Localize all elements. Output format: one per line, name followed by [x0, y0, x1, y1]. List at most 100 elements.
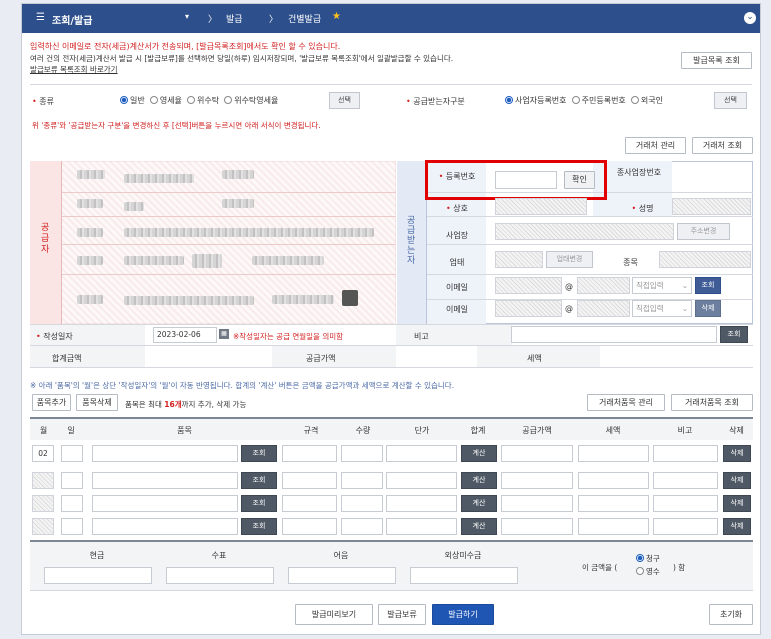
item-spec-input[interactable] [282, 472, 337, 489]
item-name-input[interactable] [92, 518, 238, 535]
cash-input[interactable] [44, 567, 152, 584]
dropdown-icon[interactable]: ▾ [185, 12, 189, 21]
item-supply-input[interactable] [501, 518, 573, 535]
item-lookup-button[interactable]: 조회 [241, 472, 277, 489]
item-unit-price-input[interactable] [386, 472, 457, 489]
partner-lookup-button[interactable]: 거래처 조회 [692, 137, 753, 154]
calendar-icon[interactable]: ▦ [219, 329, 229, 339]
email2-delete-button[interactable]: 삭제 [695, 300, 721, 317]
date-input[interactable]: 2023-02-06 [153, 327, 217, 343]
item-delete-button[interactable]: 삭제 [723, 445, 751, 462]
partner-item-manage-button[interactable]: 거래처품목 관리 [587, 394, 665, 411]
item-qty-input[interactable] [341, 472, 383, 489]
menu-title[interactable]: 조회/발급 [52, 12, 92, 27]
company-name-input[interactable] [495, 198, 587, 215]
item-unit-price-input[interactable] [386, 518, 457, 535]
item-tax-input[interactable] [578, 472, 649, 489]
item-remark-input[interactable] [653, 518, 718, 535]
collapse-icon[interactable]: ⌄ [744, 12, 756, 24]
item-name-input[interactable] [92, 495, 238, 512]
type-option-general[interactable]: 일반 [120, 96, 145, 105]
item-spec-input[interactable] [282, 445, 337, 462]
partner-item-lookup-button[interactable]: 거래처품목 조회 [671, 394, 753, 411]
item-unit-price-input[interactable] [386, 495, 457, 512]
type-option-consign-zero[interactable]: 위수탁영세율 [224, 96, 278, 105]
biz-item-input[interactable] [659, 251, 751, 268]
item-day-input[interactable] [61, 518, 83, 535]
receivable-input[interactable] [410, 567, 518, 584]
item-month-input[interactable] [32, 472, 54, 489]
sub-biz-no-input[interactable] [672, 167, 742, 189]
item-day-input[interactable] [61, 495, 83, 512]
item-remark-input[interactable] [653, 495, 718, 512]
breadcrumb-single-issue[interactable]: 건별발급 [288, 12, 321, 25]
item-day-input[interactable] [61, 445, 83, 462]
item-month-input[interactable] [32, 518, 54, 535]
item-lookup-button[interactable]: 조회 [241, 495, 277, 512]
issue-hold-button[interactable]: 발급보류 [378, 604, 426, 625]
remark-input[interactable] [511, 326, 717, 343]
item-tax-input[interactable] [578, 495, 649, 512]
item-calc-button[interactable]: 계산 [461, 518, 497, 535]
reset-button[interactable]: 초기화 [709, 604, 753, 625]
email2-id-input[interactable] [495, 300, 562, 317]
item-remark-input[interactable] [653, 472, 718, 489]
ceo-name-input[interactable] [672, 198, 751, 215]
item-calc-button[interactable]: 계산 [461, 495, 497, 512]
item-delete-button[interactable]: 삭제 [723, 495, 751, 512]
item-spec-input[interactable] [282, 518, 337, 535]
type-option-consign[interactable]: 위수탁 [187, 96, 219, 105]
item-add-button[interactable]: 품목추가 [32, 394, 71, 411]
favorite-star-icon[interactable]: ★ [332, 11, 341, 22]
receipt-option[interactable]: 영수 [636, 566, 660, 577]
email-lookup-button[interactable]: 조회 [695, 277, 721, 294]
remark-lookup-button[interactable]: 조회 [720, 326, 748, 343]
item-supply-input[interactable] [501, 472, 573, 489]
menu-icon[interactable]: ☰ [36, 12, 45, 23]
partner-manage-button[interactable]: 거래처 관리 [625, 137, 686, 154]
issue-list-button[interactable]: 발급목록 조회 [681, 52, 752, 69]
check-input[interactable] [166, 567, 274, 584]
receiver-select-button[interactable]: 선택 [714, 92, 747, 109]
item-calc-button[interactable]: 계산 [461, 472, 497, 489]
email-domain-input[interactable] [577, 277, 630, 294]
email2-domain-input[interactable] [577, 300, 630, 317]
claim-option[interactable]: 청구 [636, 553, 660, 564]
biz-type-change-button[interactable]: 업태변경 [546, 251, 593, 268]
item-tax-input[interactable] [578, 445, 649, 462]
note-input[interactable] [288, 567, 396, 584]
email-domain-select[interactable]: 직접입력 ⌄ [632, 277, 692, 294]
item-lookup-button[interactable]: 조회 [241, 445, 277, 462]
hold-list-link[interactable]: 발급보류 목록조회 바로가기 [30, 64, 118, 75]
item-month-input[interactable]: 02 [32, 445, 54, 462]
biz-type-input[interactable] [495, 251, 543, 268]
email2-domain-select[interactable]: 직접입력 ⌄ [632, 300, 692, 317]
item-day-input[interactable] [61, 472, 83, 489]
item-qty-input[interactable] [341, 518, 383, 535]
address-change-button[interactable]: 주소변경 [677, 223, 730, 240]
item-month-input[interactable] [32, 495, 54, 512]
item-name-input[interactable] [92, 472, 238, 489]
item-unit-price-input[interactable] [386, 445, 457, 462]
item-delete-button[interactable]: 삭제 [723, 518, 751, 535]
breadcrumb-issue[interactable]: 발급 [226, 12, 243, 25]
type-select-button[interactable]: 선택 [329, 92, 360, 109]
item-name-input[interactable] [92, 445, 238, 462]
item-remark-input[interactable] [653, 445, 718, 462]
email-id-input[interactable] [495, 277, 562, 294]
receiver-option-foreign[interactable]: 외국인 [630, 96, 663, 105]
item-calc-button[interactable]: 계산 [461, 445, 497, 462]
item-delete-button[interactable]: 삭제 [723, 472, 751, 489]
item-lookup-button[interactable]: 조회 [241, 518, 277, 535]
address-input[interactable] [495, 223, 674, 240]
item-supply-input[interactable] [501, 495, 573, 512]
item-spec-input[interactable] [282, 495, 337, 512]
item-tax-input[interactable] [578, 518, 649, 535]
issue-button[interactable]: 발급하기 [432, 604, 494, 625]
item-supply-input[interactable] [501, 445, 573, 462]
item-qty-input[interactable] [341, 445, 383, 462]
item-qty-input[interactable] [341, 495, 383, 512]
receiver-option-resno[interactable]: 주민등록번호 [571, 96, 626, 105]
receiver-option-bizno[interactable]: 사업자등록번호 [505, 96, 567, 105]
type-option-zero-rate[interactable]: 영세율 [149, 96, 182, 105]
